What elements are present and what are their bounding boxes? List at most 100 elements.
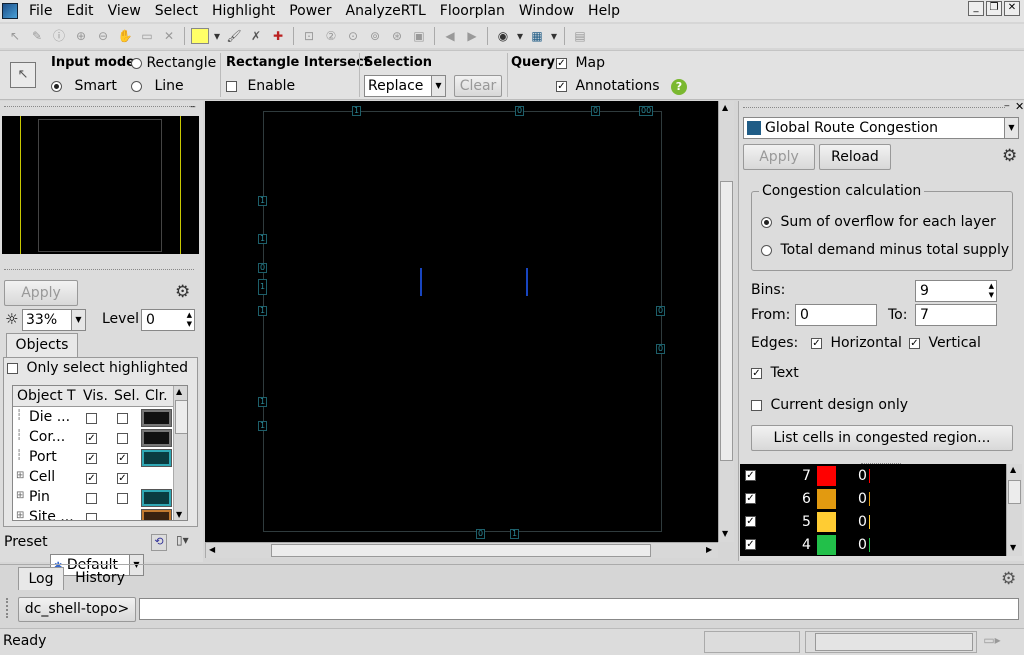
tree-branch-icon[interactable]: ⊞ — [16, 470, 24, 481]
selection-combo[interactable]: Replace ▼ — [364, 75, 446, 97]
radio-circle[interactable] — [131, 80, 142, 92]
tree-branch-icon[interactable]: ⊞ — [16, 510, 24, 520]
menu-view[interactable]: View — [101, 1, 148, 21]
checkbox-box[interactable] — [226, 80, 237, 92]
menu-floorplan[interactable]: Floorplan — [433, 1, 512, 21]
menu-analyzertl[interactable]: AnalyzeRTL — [339, 1, 433, 21]
layout-canvas[interactable]: 1 0 0 00 1 1 0 1 1 0 0 1 1 0 1 — [205, 101, 718, 542]
visible-checkbox[interactable]: ✓ — [86, 453, 97, 464]
menu-highlight[interactable]: Highlight — [205, 1, 282, 21]
ruler-icon[interactable]: ▭ — [137, 26, 157, 46]
spin-arrows-icon[interactable]: ▲ ▼ — [187, 311, 192, 329]
level-spinbox[interactable]: 0 ▲ ▼ — [141, 309, 195, 331]
color-palette-icon[interactable]: ✚ — [268, 26, 288, 46]
zoom-2-icon[interactable]: ② — [321, 26, 341, 46]
scroll-thumb[interactable] — [271, 544, 651, 557]
color-swatch[interactable] — [141, 489, 172, 507]
legend-checkbox[interactable]: ✓ — [745, 493, 756, 504]
table-row[interactable]: ⊞ Pin — [13, 488, 173, 508]
layout-icon[interactable]: ▤ — [570, 26, 590, 46]
scroll-thumb[interactable] — [1008, 480, 1021, 504]
checkbox-box[interactable]: ✓ — [556, 57, 567, 69]
checkbox-box[interactable] — [751, 399, 762, 411]
select-mode-icon[interactable]: ↖ — [10, 62, 36, 88]
reload-button[interactable]: Reload — [819, 144, 891, 170]
zoom-fit-icon[interactable]: ⊡ — [299, 26, 319, 46]
highlight-color-icon[interactable] — [191, 28, 209, 44]
current-design-checkbox[interactable]: Current design only — [751, 397, 908, 413]
minimize-icon[interactable]: _ — [968, 1, 984, 16]
gear-icon[interactable]: ⚙ — [1001, 569, 1016, 589]
col-clr[interactable]: Clr. — [145, 388, 168, 404]
visible-checkbox[interactable]: ✓ — [86, 433, 97, 444]
dropdown-arrow-icon[interactable]: ▾ — [212, 26, 222, 46]
help-icon[interactable]: ? — [671, 79, 687, 95]
canvas-vscrollbar[interactable]: ▲ ▼ — [718, 101, 734, 542]
dropdown-arrow-icon[interactable]: ▾ — [515, 26, 525, 46]
checkbox-box[interactable]: ✓ — [811, 337, 822, 349]
line-radio[interactable]: Line — [131, 78, 184, 94]
clear-button[interactable]: Clear — [454, 75, 502, 97]
radio-circle[interactable] — [761, 216, 772, 228]
port-label[interactable]: 1 — [258, 196, 268, 206]
port-label[interactable]: 00 — [639, 106, 654, 116]
col-object-type[interactable]: Object T — [17, 388, 81, 404]
from-input[interactable]: 0 — [795, 304, 877, 326]
zoom-all-icon[interactable]: ⊛ — [387, 26, 407, 46]
command-input[interactable] — [139, 598, 1019, 620]
table-row[interactable]: ⊞ Site ... — [13, 508, 173, 520]
color-swatch[interactable] — [141, 449, 172, 467]
port-label[interactable]: 0 — [656, 344, 666, 354]
selectable-checkbox[interactable] — [117, 433, 128, 444]
zoom-in-icon[interactable]: ⊕ — [71, 26, 91, 46]
legend-checkbox[interactable]: ✓ — [745, 516, 756, 527]
radio-circle[interactable] — [761, 244, 772, 256]
chevron-down-icon[interactable]: ▼ — [71, 310, 85, 330]
forward-icon[interactable]: ▶ — [462, 26, 482, 46]
checkbox-box[interactable] — [7, 362, 18, 374]
gear-icon[interactable]: ⚙ — [175, 282, 190, 302]
chevron-down-icon[interactable]: ▼ — [1004, 118, 1018, 138]
scroll-up-icon[interactable]: ▲ — [176, 387, 182, 396]
table-scrollbar[interactable]: ▲ ▼ — [173, 386, 187, 520]
port-label[interactable]: 1 — [510, 529, 520, 539]
table-row[interactable]: ┆ Die ... — [13, 408, 173, 428]
only-select-checkbox[interactable]: Only select highlighted — [7, 360, 188, 376]
zoom-area-icon[interactable]: ⊚ — [365, 26, 385, 46]
menu-select[interactable]: Select — [148, 1, 205, 21]
sum-overflow-radio[interactable]: Sum of overflow for each layer — [761, 214, 996, 230]
dropdown-arrow-icon[interactable]: ▾ — [549, 26, 559, 46]
scroll-down-icon[interactable]: ▼ — [722, 529, 728, 538]
col-vis[interactable]: Vis. — [83, 388, 108, 404]
scroll-up-icon[interactable]: ▲ — [722, 103, 728, 112]
rectangle-radio[interactable]: Rectangle — [131, 55, 216, 71]
checkbox-box[interactable]: ✓ — [556, 80, 567, 92]
pencil-icon[interactable]: ✎ — [27, 26, 47, 46]
scroll-down-icon[interactable]: ▼ — [1010, 543, 1016, 552]
pointer-icon[interactable]: ↖ — [5, 26, 25, 46]
restore-icon[interactable]: ❐ — [986, 1, 1002, 16]
legend-checkbox[interactable]: ✓ — [745, 539, 756, 550]
port-label[interactable]: 1 — [258, 234, 268, 244]
highlight-clear-icon[interactable]: ✗ — [246, 26, 266, 46]
port-label[interactable]: 0 — [515, 106, 525, 116]
scroll-thumb[interactable] — [720, 181, 733, 461]
preset-menu-icon[interactable]: ▯▾ — [176, 533, 189, 547]
to-input[interactable]: 7 — [915, 304, 997, 326]
scroll-up-icon[interactable]: ▲ — [1010, 465, 1016, 474]
menu-help[interactable]: Help — [581, 1, 627, 21]
scroll-right-icon[interactable]: ▶ — [706, 545, 712, 554]
chevron-down-icon[interactable]: ▼ — [431, 76, 445, 96]
close-icon[interactable]: ✕ — [1004, 1, 1020, 16]
horizontal-checkbox[interactable]: ✓ Horizontal — [811, 335, 902, 351]
vertical-checkbox[interactable]: ✓ Vertical — [909, 335, 981, 351]
left-apply-button[interactable]: Apply — [4, 280, 78, 306]
tab-history[interactable]: History — [66, 567, 134, 589]
selectable-checkbox[interactable] — [117, 413, 128, 424]
bins-spinbox[interactable]: 9 ▲ ▼ — [915, 280, 997, 302]
panel-close-icon[interactable]: ✕ — [1015, 100, 1024, 113]
color-swatch[interactable] — [141, 409, 172, 427]
zoom-out-icon[interactable]: ⊖ — [93, 26, 113, 46]
port-label[interactable]: 1 — [258, 421, 268, 431]
menu-power[interactable]: Power — [282, 1, 338, 21]
